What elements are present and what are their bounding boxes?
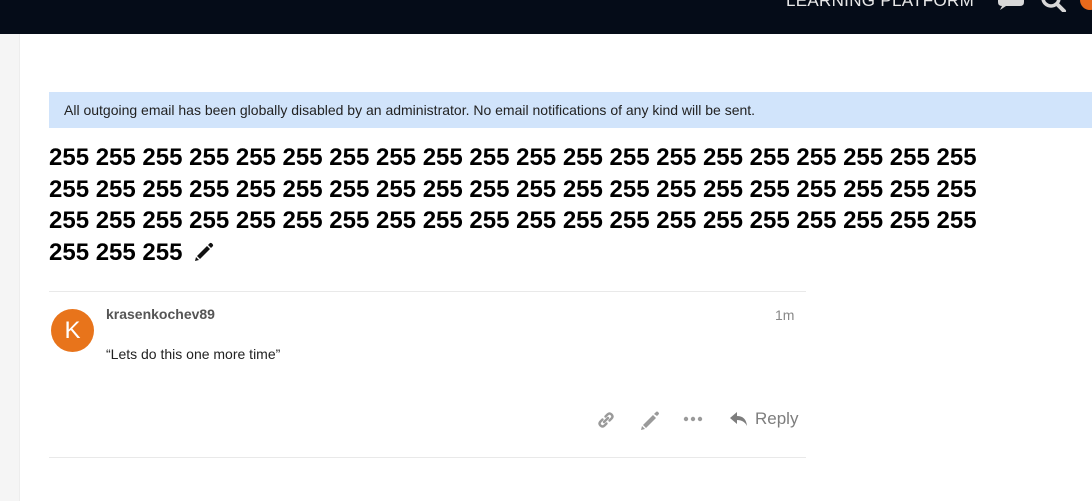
site-brand[interactable]: LEARNING PLATFORM: [786, 0, 974, 11]
post-timestamp[interactable]: 1m: [775, 307, 794, 323]
site-header: LEARNING PLATFORM: [0, 0, 1092, 34]
more-icon[interactable]: [682, 406, 704, 432]
user-avatar[interactable]: [1080, 0, 1092, 10]
post-username[interactable]: krasenkochev89: [106, 306, 215, 322]
pencil-icon[interactable]: [640, 406, 660, 432]
topic-title: 255 255 255 255 255 255 255 255 255 255 …: [49, 142, 979, 268]
email-disabled-notice: All outgoing email has been globally dis…: [49, 92, 1092, 128]
reply-label: Reply: [755, 409, 799, 428]
avatar[interactable]: K: [51, 309, 94, 352]
search-icon[interactable]: [1040, 0, 1068, 12]
post-divider: [49, 291, 806, 292]
reply-icon: [730, 412, 747, 426]
edit-title-icon[interactable]: [193, 241, 215, 263]
post-body: “Lets do this one more time”: [106, 346, 281, 362]
sidebar-edge: [0, 34, 20, 501]
chat-icon[interactable]: [996, 0, 1026, 10]
link-icon[interactable]: [596, 406, 616, 432]
topic-title-text: 255 255 255 255 255 255 255 255 255 255 …: [49, 144, 977, 266]
post-bottom-divider: [49, 457, 806, 458]
reply-button[interactable]: Reply: [729, 406, 798, 432]
